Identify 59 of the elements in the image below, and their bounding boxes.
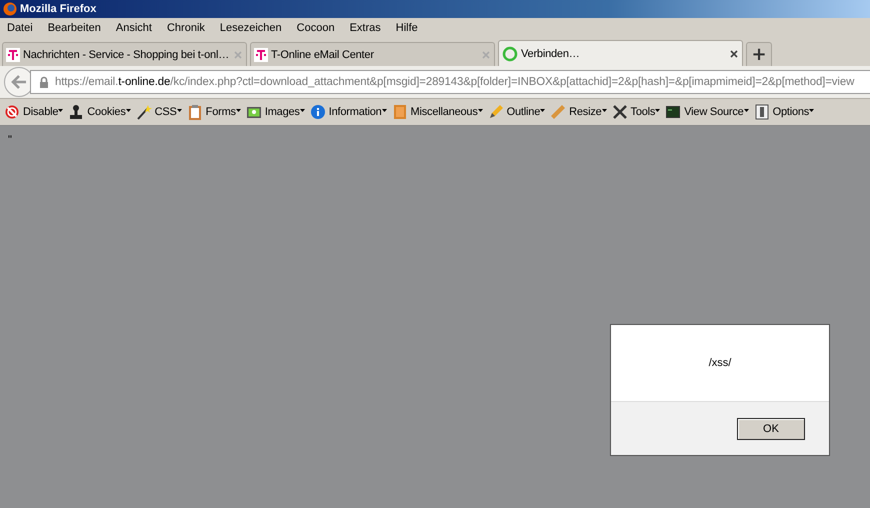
toolbar-button[interactable]: CSS [136,104,182,120]
tab-title: Verbinden… [521,48,580,60]
toolbar-button[interactable]: Disable [4,104,64,120]
caret-icon [540,109,546,112]
menu-item[interactable]: Lesezeichen [220,22,282,34]
caret-icon [744,109,749,112]
toolbar-button[interactable]: Forms [186,104,241,120]
site-logo-icon [6,48,20,62]
toolbar-button[interactable]: Images [246,104,305,120]
toolbar-button[interactable]: Options [754,104,814,120]
menu-item[interactable]: Extras [350,22,381,34]
terminal-icon [665,104,682,120]
menu-item[interactable]: Ansicht [116,22,152,34]
ok-button[interactable]: OK [737,418,805,440]
menu-item[interactable]: Datei [7,22,33,34]
browser-tab[interactable]: T-Online eMail Center [250,42,495,66]
window-title: Mozilla Firefox [20,3,96,15]
caret-icon [176,109,182,112]
toolbar-button[interactable]: Outline [488,104,546,120]
browser-tab[interactable]: Verbinden… [498,40,743,66]
magic-wand-icon [136,104,152,120]
toolbar-button[interactable]: Resize [550,104,607,120]
caret-icon [58,109,64,112]
toolbar-button[interactable]: Miscellaneous [392,104,483,120]
url-text: https://email.t-online.de/kc/index.php?ctl=download_attachment&p[msgid]=289143&p[folder]=INBOX&p[attachid]=2&p[hash]=&p[imapmimeid]=2&p[method]=view [55,76,854,88]
caret-icon [478,109,483,112]
close-icon[interactable] [730,50,738,58]
caret-icon [300,109,305,112]
toolbar-button[interactable]: Cookies [68,104,131,120]
toolbar-button[interactable]: View Source [665,104,749,120]
toolbar-button[interactable]: Tools [612,104,660,120]
address-field[interactable]: https://email.t-online.de/kc/index.php?ctl=download_attachment&p[msgid]=289143&p[folder]=INBOX&p[attachid]=2&p[hash]=&p[imapmimeid]=2&p[method]=view [30,70,870,94]
loading-spinner-icon [502,46,518,62]
menu-item[interactable]: Chronik [166,22,205,34]
menu-item[interactable]: Bearbeiten [48,22,101,34]
site-logo-icon [254,48,268,62]
caret-icon [602,109,607,112]
toolbar-button[interactable]: Information [310,104,387,120]
menu-item[interactable]: Cocoon [296,22,335,34]
clipboard-icon [186,104,203,120]
lock-icon [39,76,49,88]
alert-message: /xss/ [611,325,829,402]
caret-icon [126,109,131,112]
stamp-icon [68,104,84,120]
new-tab-button[interactable]: + [746,42,772,66]
caret-icon [809,109,814,112]
page-text: " [8,134,12,146]
picture-icon [246,104,262,120]
menu-item[interactable]: Hilfe [396,22,418,34]
tab-title: T-Online eMail Center [271,48,374,60]
caret-icon [655,109,660,112]
browser-tab[interactable]: Nachrichten - Service - Shopping bei t-onl… [2,42,247,66]
back-arrow-icon [11,75,27,89]
info-icon [310,104,326,120]
tab-title: Nachrichten - Service - Shopping bei t-onl… [23,48,230,60]
caret-icon [382,109,387,112]
pencil-icon [488,104,504,120]
prohibited-icon [4,104,20,120]
caret-icon [236,109,241,112]
